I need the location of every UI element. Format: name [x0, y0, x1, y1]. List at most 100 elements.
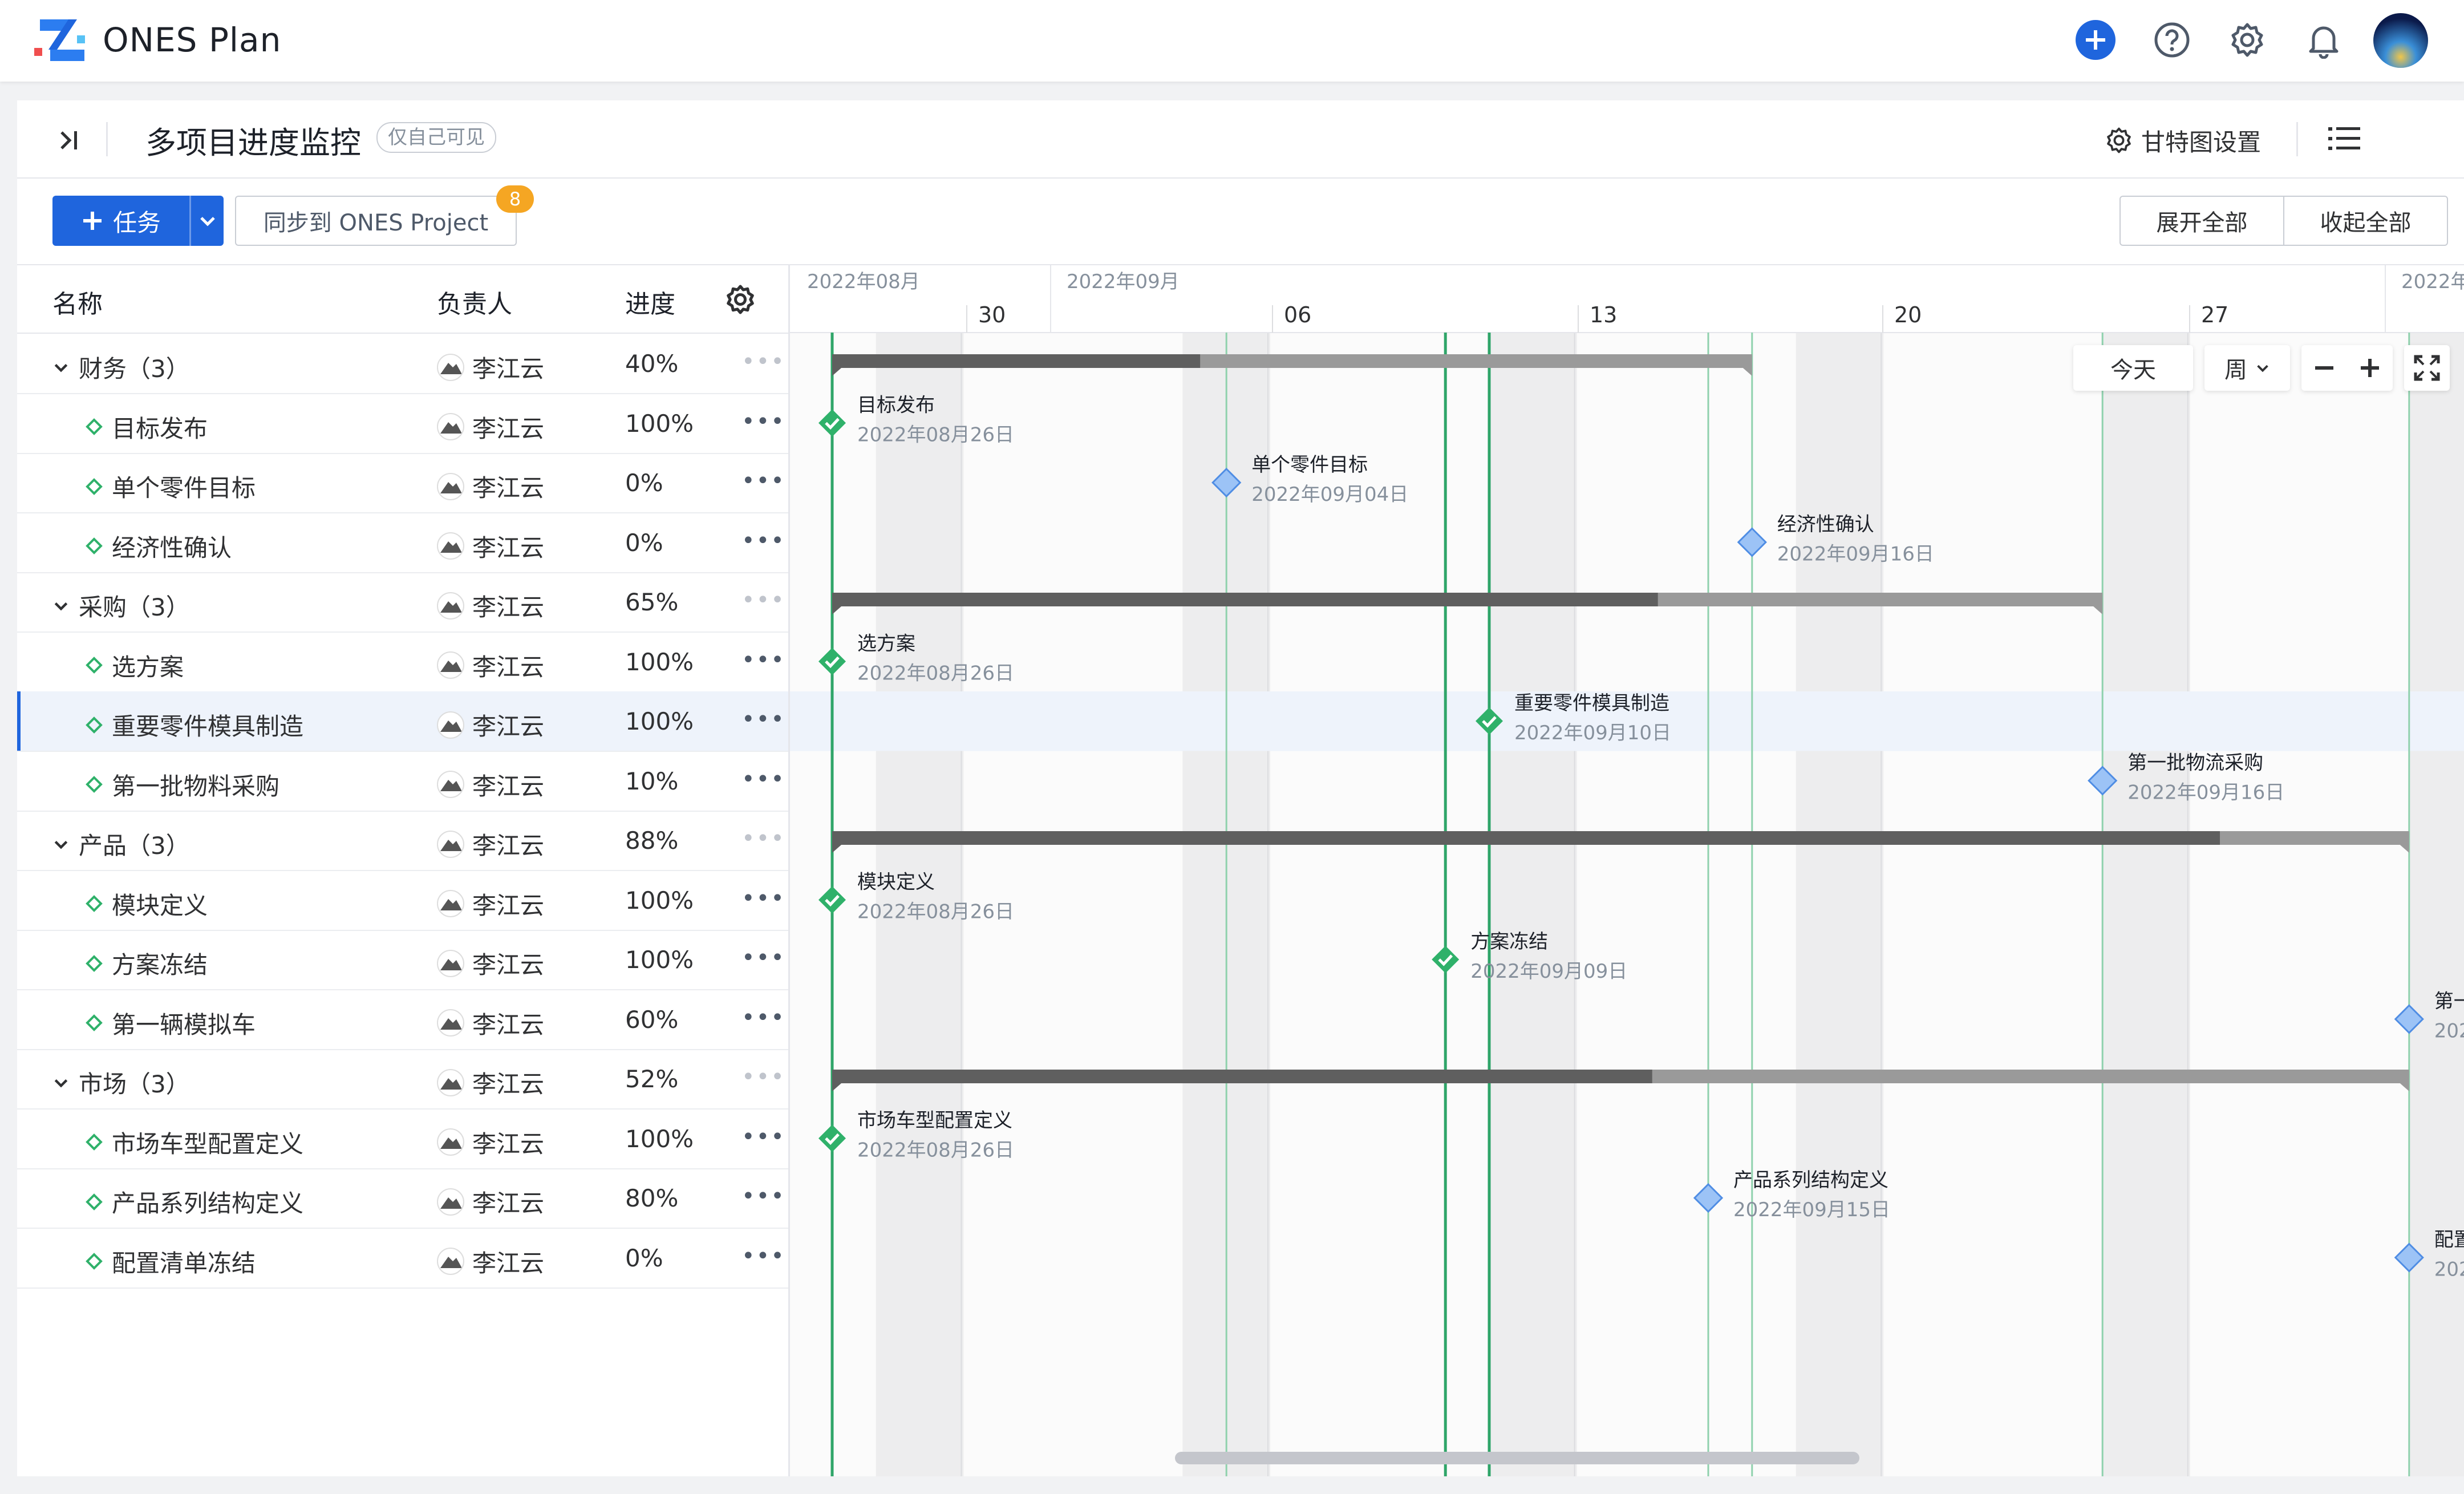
table-row[interactable]: 单个零件目标 李江云 0% •••: [17, 453, 788, 513]
chevron-down-icon[interactable]: [52, 359, 70, 376]
task-name-cell: 选方案: [86, 648, 184, 683]
row-more-button[interactable]: •••: [741, 468, 785, 494]
row-more-button[interactable]: •••: [741, 885, 785, 912]
task-name: 目标发布: [112, 414, 208, 443]
milestone-done-marker[interactable]: [818, 1124, 846, 1152]
milestone-done-marker[interactable]: [1432, 946, 1460, 973]
milestone-done-marker[interactable]: [818, 886, 846, 914]
table-row[interactable]: 市场车型配置定义 李江云 100% •••: [17, 1109, 788, 1169]
table-row[interactable]: 选方案 李江云 100% •••: [17, 632, 788, 693]
zoom-out-button[interactable]: [2301, 345, 2347, 391]
today-button[interactable]: 今天: [2073, 345, 2193, 391]
column-settings-icon[interactable]: [724, 284, 756, 315]
milestone-pending-marker[interactable]: [1737, 527, 1767, 557]
progress-cell: 0%: [625, 469, 663, 497]
scale-select[interactable]: 周: [2204, 345, 2290, 391]
expand-all-button[interactable]: 展开全部: [2121, 197, 2283, 245]
row-more-button[interactable]: •••: [741, 1124, 785, 1150]
table-row[interactable]: 经济性确认 李江云 0% •••: [17, 513, 788, 573]
milestone-date: 2022年09月09日: [1470, 960, 1627, 983]
task-name: 财务（3）: [79, 355, 190, 383]
expand-collapse-group: 展开全部 收起全部: [2119, 196, 2448, 246]
table-row[interactable]: 模块定义 李江云 100% •••: [17, 871, 788, 931]
owner-cell: 李江云: [437, 1006, 544, 1040]
row-more-button[interactable]: •••: [741, 706, 785, 732]
add-task-dropdown[interactable]: [191, 211, 224, 230]
expand-sidebar-icon[interactable]: [51, 123, 86, 157]
table-row[interactable]: 第一辆模拟车 李江云 60% •••: [17, 990, 788, 1050]
visibility-tag: 仅自己可见: [376, 122, 496, 153]
add-circle-icon[interactable]: [2073, 17, 2118, 63]
row-more-button[interactable]: •••: [741, 825, 785, 852]
owner-cell: 李江云: [437, 767, 544, 802]
help-icon[interactable]: [2149, 17, 2195, 63]
row-more-button[interactable]: •••: [741, 528, 785, 554]
table-row[interactable]: 目标发布 李江云 100% •••: [17, 394, 788, 454]
table-group-row[interactable]: 产品（3） 李江云 88% •••: [17, 811, 788, 871]
owner-name: 李江云: [472, 1070, 545, 1098]
table-header: 名称 负责人 进度: [17, 265, 788, 334]
table-group-row[interactable]: 财务（3） 李江云 40% •••: [17, 334, 788, 394]
table-row[interactable]: 第一批物料采购 李江云 10% •••: [17, 751, 788, 812]
fullscreen-icon: [2414, 355, 2440, 381]
collapse-all-button[interactable]: 收起全部: [2284, 197, 2447, 245]
task-name: 第一批物料采购: [112, 772, 280, 800]
user-avatar[interactable]: [2373, 13, 2429, 68]
row-more-button[interactable]: •••: [741, 766, 785, 792]
milestone-label: 第一批物流采购: [2127, 752, 2263, 775]
task-name-cell: 配置清单冻结: [86, 1244, 256, 1279]
horizontal-scrollbar[interactable]: [1175, 1452, 1859, 1464]
owner-cell: 李江云: [437, 827, 544, 861]
milestone-pending-marker[interactable]: [1693, 1183, 1724, 1213]
milestone-done-marker[interactable]: [818, 409, 846, 437]
owner-name: 李江云: [472, 1129, 545, 1158]
divider: [2296, 122, 2298, 156]
owner-name: 李江云: [472, 772, 545, 800]
chevron-down-icon[interactable]: [52, 836, 70, 853]
milestone-icon: [86, 954, 103, 972]
table-group-row[interactable]: 市场（3） 李江云 52% •••: [17, 1049, 788, 1110]
progress-cell: 0%: [625, 528, 663, 557]
row-more-button[interactable]: •••: [741, 1064, 785, 1090]
owner-avatar: [437, 890, 464, 917]
progress-cell: 65%: [625, 588, 679, 616]
add-task-button[interactable]: 任务: [52, 196, 224, 246]
sync-ones-project-button[interactable]: 同步到 ONES Project: [235, 196, 517, 246]
row-more-button[interactable]: •••: [741, 647, 785, 673]
weekend-band: [2102, 333, 2190, 1476]
row-more-button[interactable]: •••: [741, 587, 785, 613]
col-name-header: 名称: [52, 290, 103, 319]
progress-cell: 40%: [625, 350, 679, 378]
owner-avatar: [437, 711, 464, 739]
bell-icon[interactable]: [2301, 17, 2347, 63]
row-more-button[interactable]: •••: [741, 408, 785, 435]
milestone-date: 202: [2434, 1258, 2464, 1281]
add-task-main[interactable]: 任务: [52, 204, 189, 238]
owner-cell: 李江云: [437, 1065, 544, 1100]
row-more-button[interactable]: •••: [741, 1005, 785, 1031]
table-row[interactable]: 产品系列结构定义 李江云 80% •••: [17, 1168, 788, 1229]
zoom-in-button[interactable]: [2347, 345, 2393, 391]
chevron-down-icon: [2257, 365, 2268, 373]
table-group-row[interactable]: 采购（3） 李江云 65% •••: [17, 572, 788, 633]
row-more-button[interactable]: •••: [741, 1183, 785, 1209]
gantt-settings-button[interactable]: 甘特图设置: [2105, 120, 2261, 160]
row-more-button[interactable]: •••: [741, 945, 785, 971]
task-table: 名称 负责人 进度 财务（3） 李江云 40% ••• 目标发布 李江云 100% ••• 单个…: [17, 265, 790, 1476]
row-more-button[interactable]: •••: [741, 349, 785, 375]
milestone-done-marker[interactable]: [818, 647, 846, 675]
chevron-down-icon[interactable]: [52, 597, 70, 614]
task-name-cell: 方案冻结: [86, 946, 208, 981]
fullscreen-button[interactable]: [2404, 345, 2450, 391]
task-name: 市场（3）: [79, 1070, 190, 1098]
milestone-icon: [86, 657, 103, 674]
settings-icon[interactable]: [2224, 17, 2270, 63]
milestone-icon: [86, 1014, 103, 1031]
milestone-date: 2022年09月16日: [1777, 543, 1934, 566]
table-row[interactable]: 配置清单冻结 李江云 0% •••: [17, 1228, 788, 1289]
table-row[interactable]: 重要零件模具制造 李江云 100% •••: [17, 691, 788, 752]
table-row[interactable]: 方案冻结 李江云 100% •••: [17, 930, 788, 990]
chevron-down-icon[interactable]: [52, 1074, 70, 1091]
row-more-button[interactable]: •••: [741, 1243, 785, 1269]
list-view-icon[interactable]: [2327, 124, 2361, 153]
